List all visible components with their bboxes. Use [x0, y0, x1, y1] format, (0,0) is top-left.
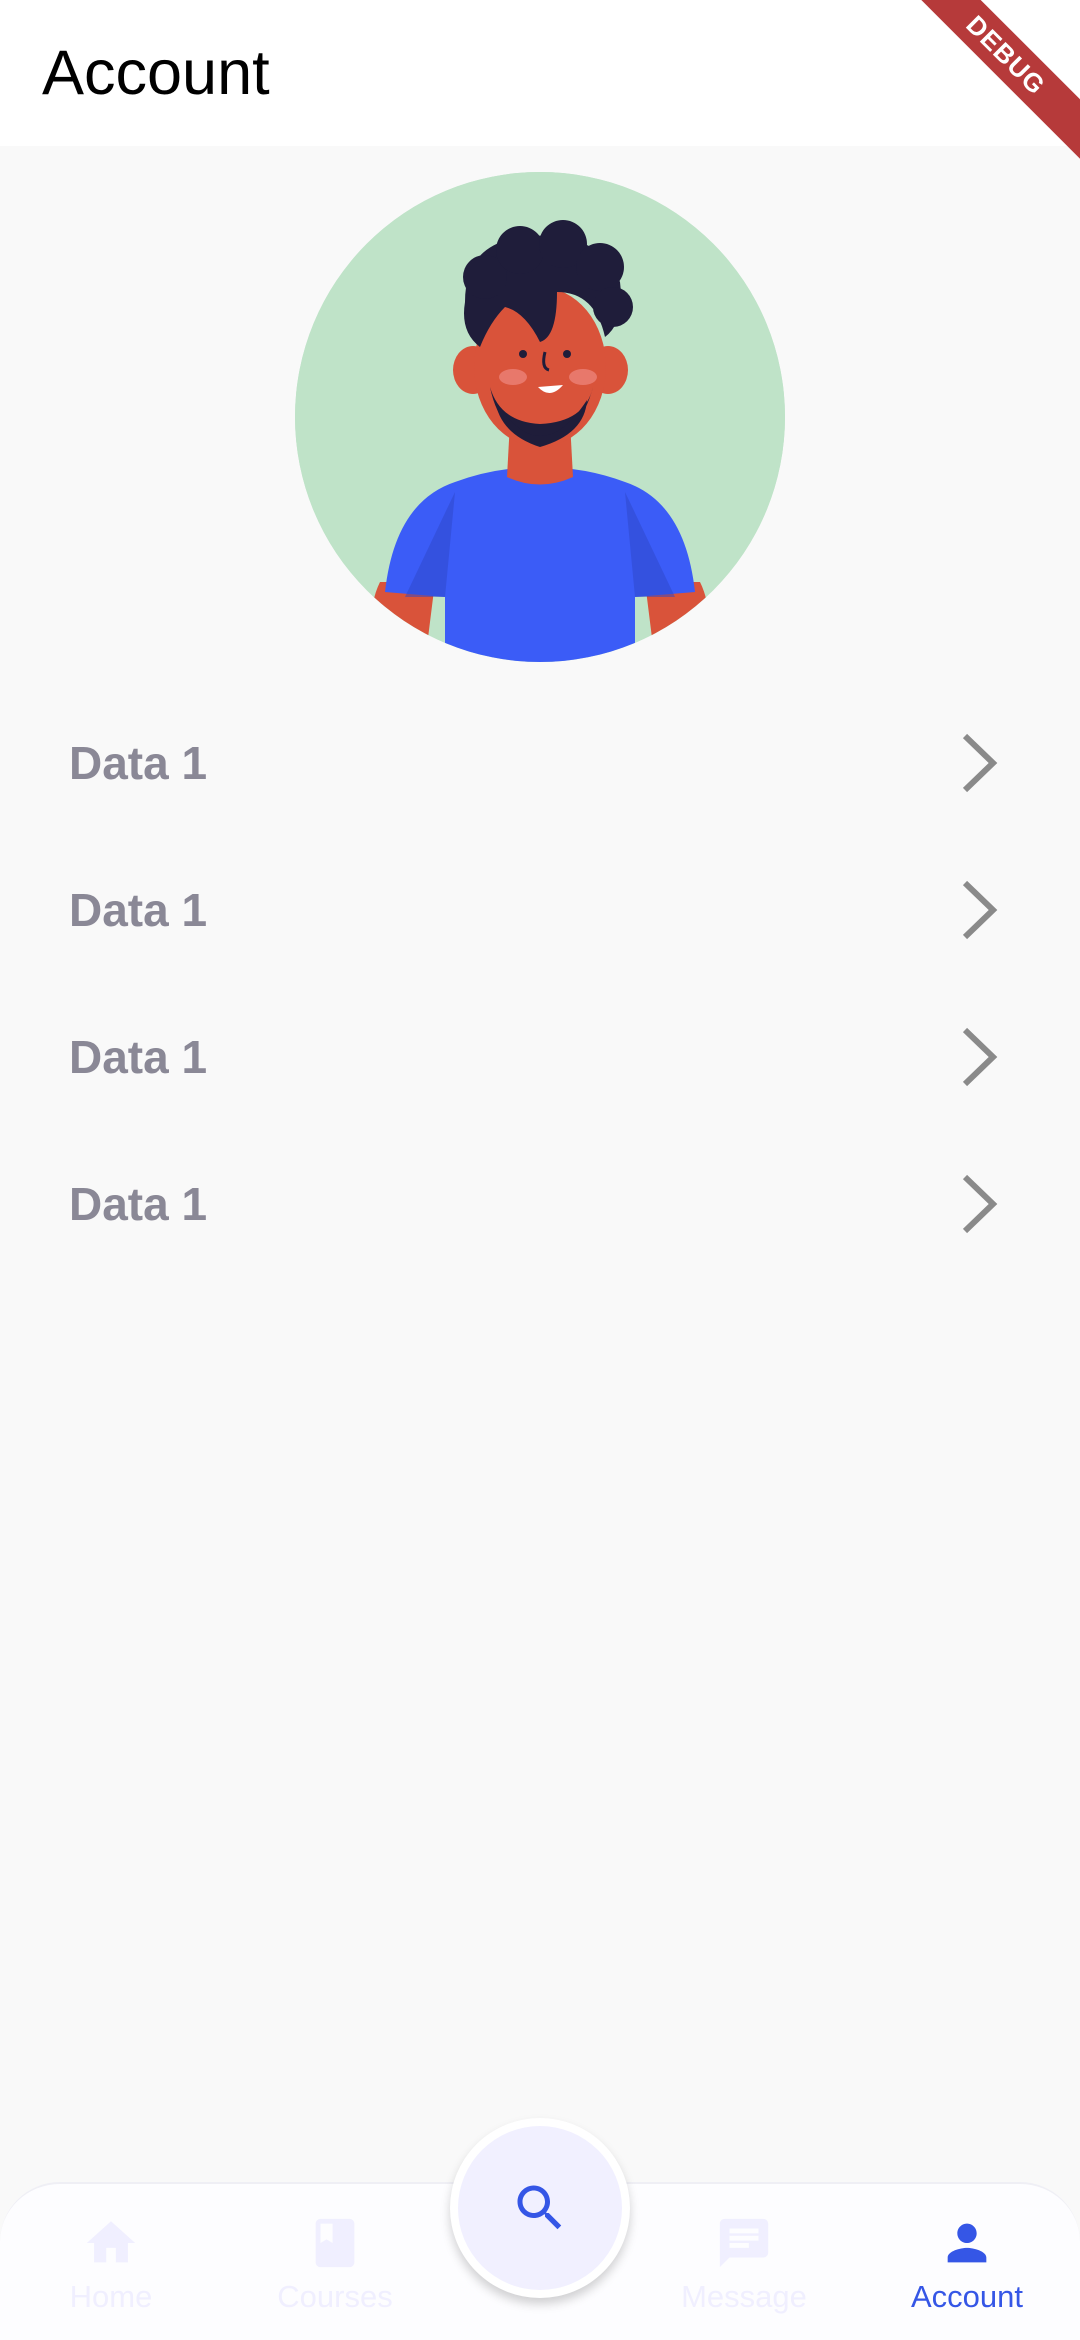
nav-item-label: Courses: [277, 2279, 393, 2314]
list-item-label: Data 1: [69, 1031, 208, 1083]
list-item-label: Data 1: [69, 884, 208, 936]
avatar[interactable]: [295, 172, 785, 662]
account-menu-list: Data 1 Data 1 Data 1 Data 1: [0, 690, 1080, 1278]
list-item-label: Data 1: [69, 737, 208, 789]
list-item[interactable]: Data 1: [0, 837, 1080, 984]
person-icon: [947, 2223, 987, 2263]
avatar-man-illustration-icon: [295, 172, 785, 662]
account-screen: Account DEBUG Data 1 Data 1 Data 1 Data …: [0, 0, 1080, 2340]
nav-item-message[interactable]: Message: [654, 2214, 834, 2334]
home-icon: [86, 2221, 136, 2263]
list-item[interactable]: Data 1: [0, 690, 1080, 837]
chevron-right-icon: [962, 1174, 998, 1234]
nav-item-home[interactable]: Home: [21, 2214, 201, 2334]
nav-item-account[interactable]: Account: [877, 2214, 1057, 2334]
nav-item-label: Account: [910, 2279, 1023, 2314]
chevron-right-icon: [962, 880, 998, 940]
book-icon: [315, 2218, 355, 2268]
nav-item-label: Message: [681, 2279, 807, 2314]
app-bar: Account: [0, 0, 1080, 146]
chevron-right-icon: [962, 1027, 998, 1087]
page-title: Account: [42, 38, 270, 108]
search-fab-button[interactable]: [450, 2118, 630, 2298]
message-icon: [719, 2218, 769, 2268]
list-item-label: Data 1: [69, 1178, 208, 1230]
list-item[interactable]: Data 1: [0, 984, 1080, 1131]
nav-item-label: Home: [69, 2279, 153, 2314]
search-fab-inner: [458, 2126, 622, 2290]
search-icon: [517, 2185, 562, 2230]
nav-item-courses[interactable]: Courses: [245, 2214, 425, 2334]
list-item[interactable]: Data 1: [0, 1131, 1080, 1278]
chevron-right-icon: [962, 733, 998, 793]
